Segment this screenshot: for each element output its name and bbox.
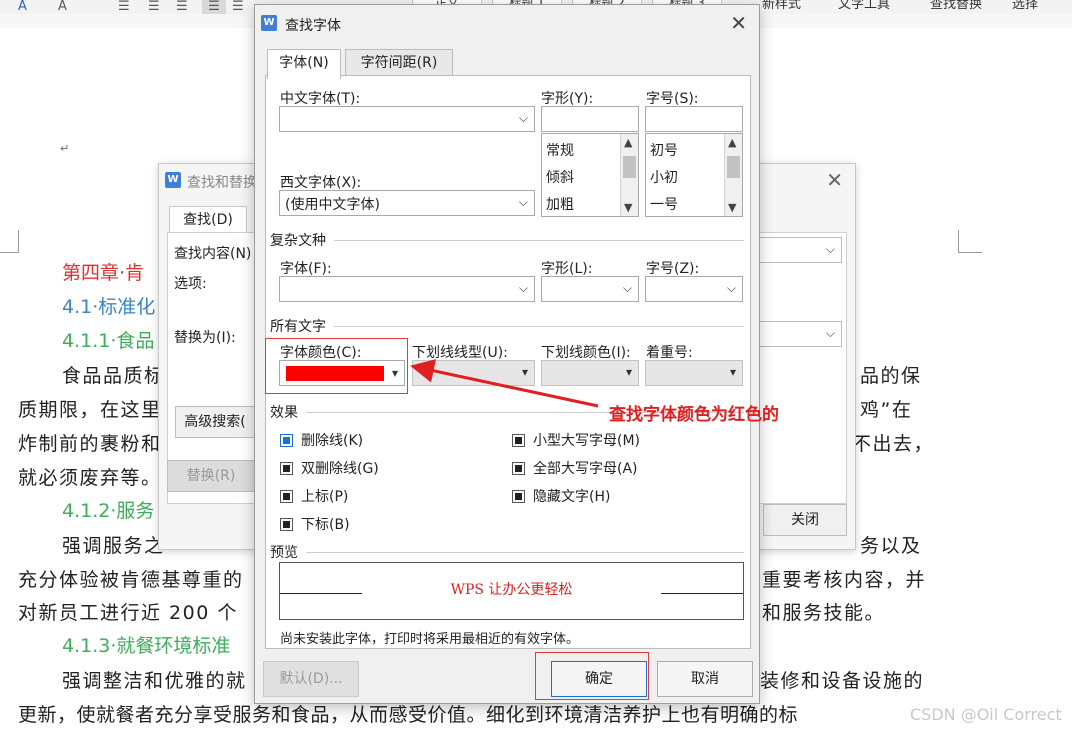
annotation-label: 查找字体颜色为红色的: [609, 405, 779, 425]
tab-font[interactable]: 字体(N): [267, 49, 341, 79]
watermark: CSDN @Oil Correct: [910, 705, 1062, 724]
arrow-line: [410, 359, 599, 408]
annotation-arrow: [410, 359, 599, 408]
